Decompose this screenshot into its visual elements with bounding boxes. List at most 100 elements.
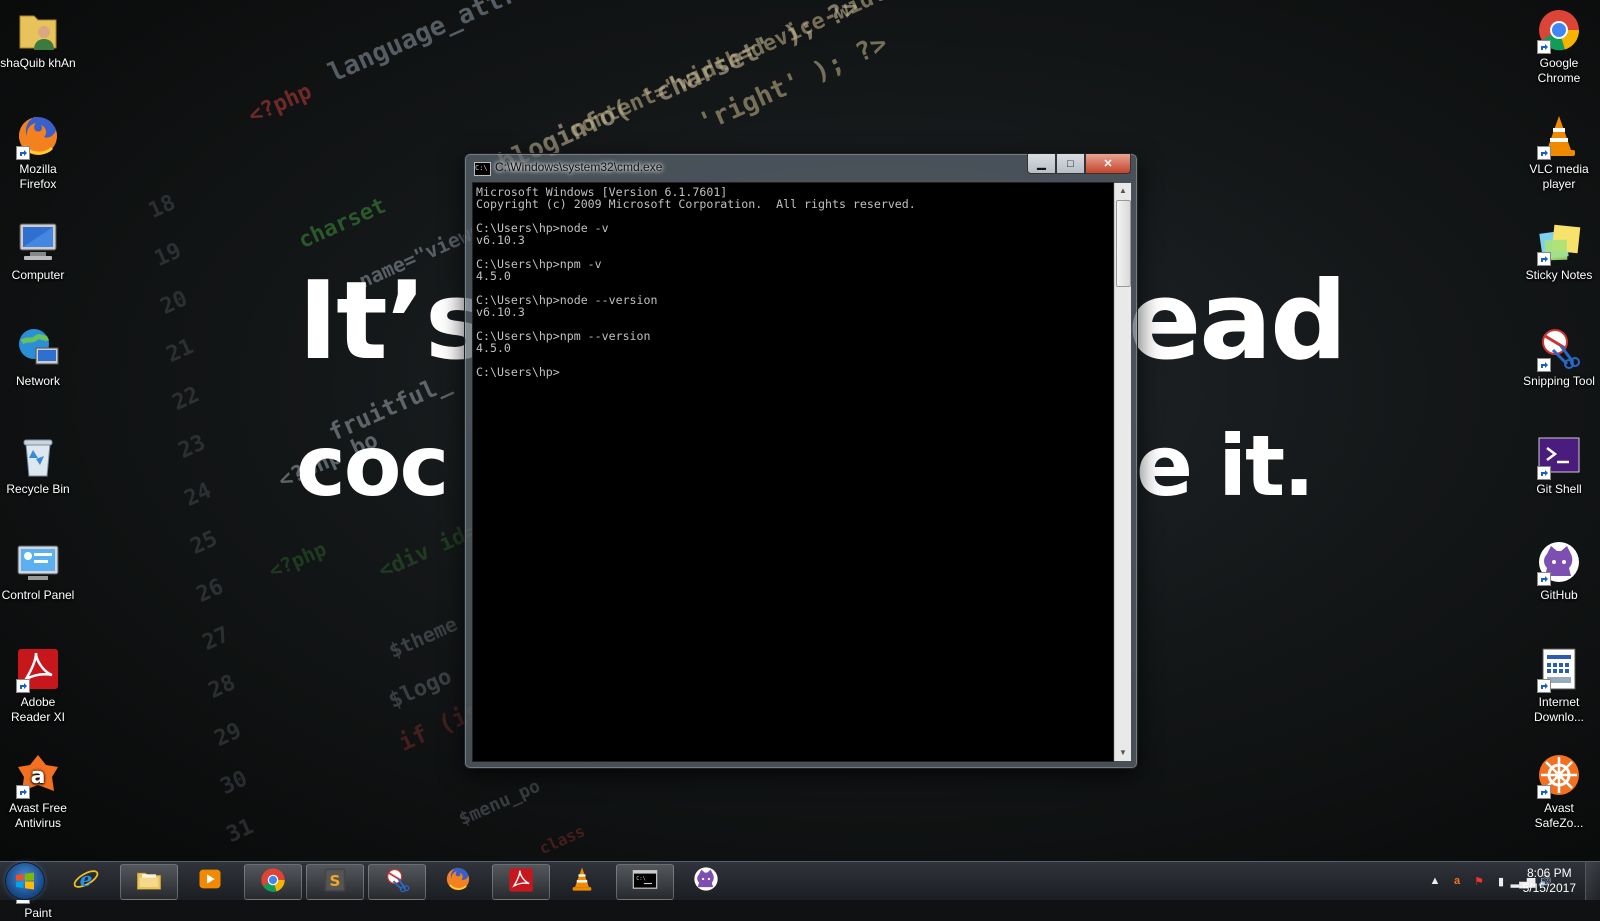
wallpaper-code-fragment: $menu_po [455,775,544,831]
taskbar-adobe-reader[interactable] [492,864,550,900]
github-icon [692,865,720,898]
svg-text:C:\: C:\ [636,876,645,882]
vlc-icon [1535,112,1583,160]
wallpaper-code-fragment: class [536,821,588,859]
wallpaper-line-number: 25 [186,526,222,560]
desktop-icon-label: Google Chrome [1537,56,1581,85]
git-shell-icon [1535,432,1583,480]
taskbar-vlc[interactable] [554,864,610,898]
desktop-icon-label: Control Panel [1,588,75,602]
wallpaper-line-number: 21 [162,334,198,368]
action-center-flag-icon[interactable]: ⚑ [1472,874,1486,888]
close-button[interactable]: ✕ [1085,154,1131,174]
wallpaper-headline-1-right: ead [1128,259,1347,384]
taskbar-cmd[interactable]: C:\ [616,864,674,900]
wallpaper-line-number: 28 [204,670,240,704]
wallpaper-headline-2-right: e it. [1136,417,1315,515]
clock-date: 5/15/2017 [1522,881,1576,895]
desktop-icon-sticky-notes[interactable]: Sticky Notes [1521,218,1597,283]
vertical-scrollbar[interactable]: ▲ ▼ [1114,183,1131,761]
desktop-icon-chrome[interactable]: Google Chrome [1521,6,1597,86]
cmd-window[interactable]: C:\ C:\Windows\system32\cmd.exe ▁ □ ✕ Mi… [464,153,1138,769]
show-desktop-button[interactable] [1585,862,1600,900]
scroll-down-icon[interactable]: ▼ [1115,745,1131,761]
desktop-icon-avast-safezone[interactable]: Avast SafeZo... [1521,751,1597,831]
shortcut-arrow-icon [1537,40,1551,54]
cmd-title-bar[interactable]: C:\ C:\Windows\system32\cmd.exe ▁ □ ✕ [465,154,1137,181]
scroll-up-icon[interactable]: ▲ [1115,183,1131,199]
media-player-icon [196,865,224,898]
wallpaper-code-fragment: $theme [385,611,461,663]
scrollbar-thumb[interactable] [1116,200,1131,287]
taskbar-snipping-tool[interactable] [368,864,426,900]
internet-download-manager-icon [1535,645,1583,693]
desktop-icon-vlc[interactable]: VLC media player [1521,112,1597,192]
shortcut-arrow-icon [16,679,30,693]
control-panel-icon [14,538,62,586]
desktop-icon-avast[interactable]: a Avast Free Antivirus [0,751,76,831]
taskbar-sublime-text[interactable]: S [306,864,364,900]
cmd-window-icon: C:\ [474,162,491,176]
console-output[interactable]: Microsoft Windows [Version 6.1.7601] Cop… [476,186,916,378]
maximize-button[interactable]: □ [1056,154,1085,174]
desktop-icon-user-folder[interactable]: shaQuib khAn [0,6,76,71]
wallpaper-headline-1-left: It’s [298,259,489,384]
wallpaper-line-number: 31 [222,814,258,848]
desktop-icon-label: Avast SafeZo... [1534,801,1584,830]
desktop-icon-github[interactable]: GitHub [1521,538,1597,603]
power-icon[interactable]: ▮ [1494,874,1508,888]
network-icon [14,324,62,372]
avast-tray-icon[interactable]: a [1450,874,1464,888]
desktop-icon-git-shell[interactable]: Git Shell [1521,432,1597,497]
wallpaper-code-fragment: charset [294,193,390,254]
minimize-button[interactable]: ▁ [1027,154,1056,174]
adobe-reader-icon [14,645,62,693]
taskbar-internet-explorer[interactable]: e [58,864,114,898]
desktop-icon-control-panel[interactable]: Control Panel [0,538,76,603]
vlc-icon [568,865,596,898]
desktop-icon-computer[interactable]: Computer [0,218,76,283]
taskbar-media-player[interactable] [182,864,238,898]
cmd-window-title: C:\Windows\system32\cmd.exe [495,160,663,174]
wallpaper-line-number: 23 [174,430,210,464]
github-icon [1535,538,1583,586]
desktop-icon-label: Paint [24,906,52,920]
close-icon: ✕ [1103,158,1113,170]
desktop-icon-label: Snipping Tool [1523,374,1595,388]
shortcut-arrow-icon [1537,679,1551,693]
desktop-icon-network[interactable]: Network [0,324,76,389]
taskbar-chrome[interactable] [244,864,302,900]
desktop-icon-label: Mozilla Firefox [19,162,57,191]
console-area[interactable]: Microsoft Windows [Version 6.1.7601] Cop… [472,182,1131,762]
firefox-icon [14,112,62,160]
desktop-icon-internet-download-manager[interactable]: Internet Downlo... [1521,645,1597,725]
folder-icon [135,866,163,899]
desktop-icon-recycle-bin[interactable]: Recycle Bin [0,432,76,497]
show-hidden-icons-icon[interactable]: ▲ [1428,874,1442,888]
wallpaper-code-fragment: $logo [384,664,456,714]
taskbar-github[interactable] [678,864,734,898]
start-button[interactable] [6,863,44,899]
desktop-icon-label: Internet Downlo... [1533,695,1585,724]
desktop-icon-snipping-tool[interactable]: Snipping Tool [1521,324,1597,389]
wallpaper-code-fragment: <?php [265,536,330,583]
wallpaper-line-number: 22 [168,382,204,416]
taskbar-windows-explorer[interactable] [120,864,178,900]
desktop-icon-adobe-reader[interactable]: Adobe Reader XI [0,645,76,725]
desktop-icon-label: VLC media player [1529,162,1589,191]
taskbar-clock[interactable]: 8:06 PM 5/15/2017 [1523,866,1576,896]
adobe-reader-icon [507,866,535,899]
firefox-icon [444,865,472,898]
wallpaper-line-number: 19 [150,238,186,272]
desktop-icon-label: shaQuib khAn [0,56,76,70]
desktop-icon-label: Recycle Bin [6,482,70,496]
wallpaper-line-number: 26 [192,574,228,608]
desktop-icon-firefox[interactable]: Mozilla Firefox [0,112,76,192]
shortcut-arrow-icon [1537,572,1551,586]
wallpaper-line-number: 24 [180,478,216,512]
taskbar-firefox[interactable] [430,864,486,898]
avast-safezone-icon [1535,751,1583,799]
wallpaper-code-fragment: <?php [244,79,316,129]
desktop-icon-label: Sticky Notes [1525,268,1593,282]
maximize-icon: □ [1067,157,1074,170]
